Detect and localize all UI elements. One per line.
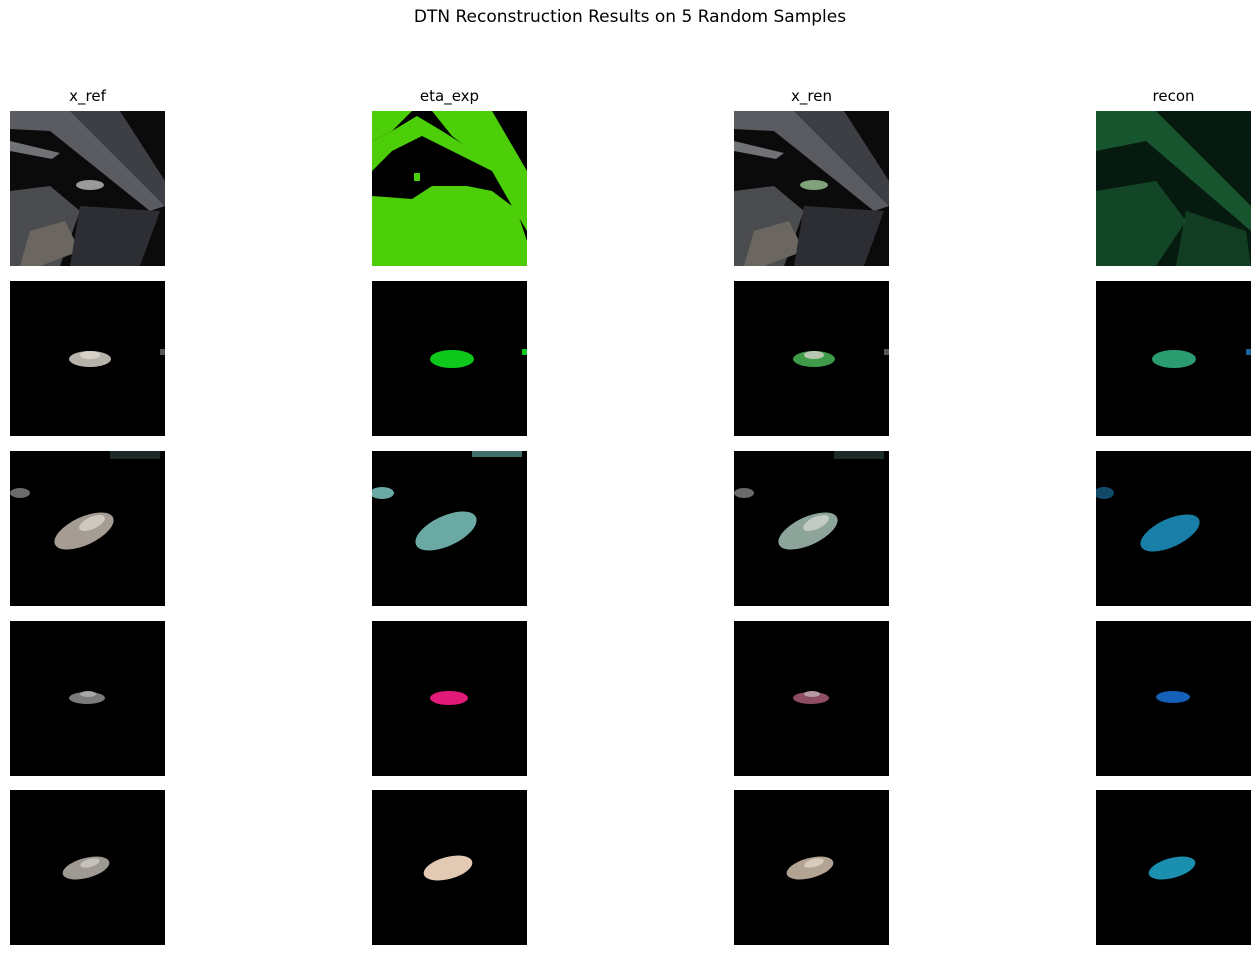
- sample-2-x-ref-image: [10, 281, 165, 436]
- figure-title: DTN Reconstruction Results on 5 Random S…: [413, 7, 847, 27]
- sample-4-recon-image: [1096, 621, 1251, 776]
- column-title-x-ref: x_ref: [69, 87, 106, 105]
- sample-3-x-ren-image: [734, 451, 889, 606]
- sample-5-x-ref-image: [10, 790, 165, 945]
- sample-1-x-ren-image: [734, 111, 889, 266]
- sample-1-x-ref-image: [10, 111, 165, 266]
- column-title-recon: recon: [1152, 87, 1195, 105]
- sample-2-x-ren-image: [734, 281, 889, 436]
- sample-5-recon-image: [1096, 790, 1251, 945]
- sample-4-x-ren-image: [734, 621, 889, 776]
- sample-2-recon-image: [1096, 281, 1251, 436]
- sample-1-recon-image: [1096, 111, 1251, 266]
- column-title-x-ren: x_ren: [791, 87, 832, 105]
- sample-1-eta-exp-mask: [372, 111, 527, 266]
- sample-2-eta-exp-mask: [372, 281, 527, 436]
- column-title-eta-exp: eta_exp: [419, 87, 480, 105]
- sample-5-x-ren-image: [734, 790, 889, 945]
- sample-4-x-ref-image: [10, 621, 165, 776]
- sample-5-eta-exp-mask: [372, 790, 527, 945]
- sample-3-recon-image: [1096, 451, 1251, 606]
- sample-4-eta-exp-mask: [372, 621, 527, 776]
- sample-3-x-ref-image: [10, 451, 165, 606]
- sample-3-eta-exp-mask: [372, 451, 527, 606]
